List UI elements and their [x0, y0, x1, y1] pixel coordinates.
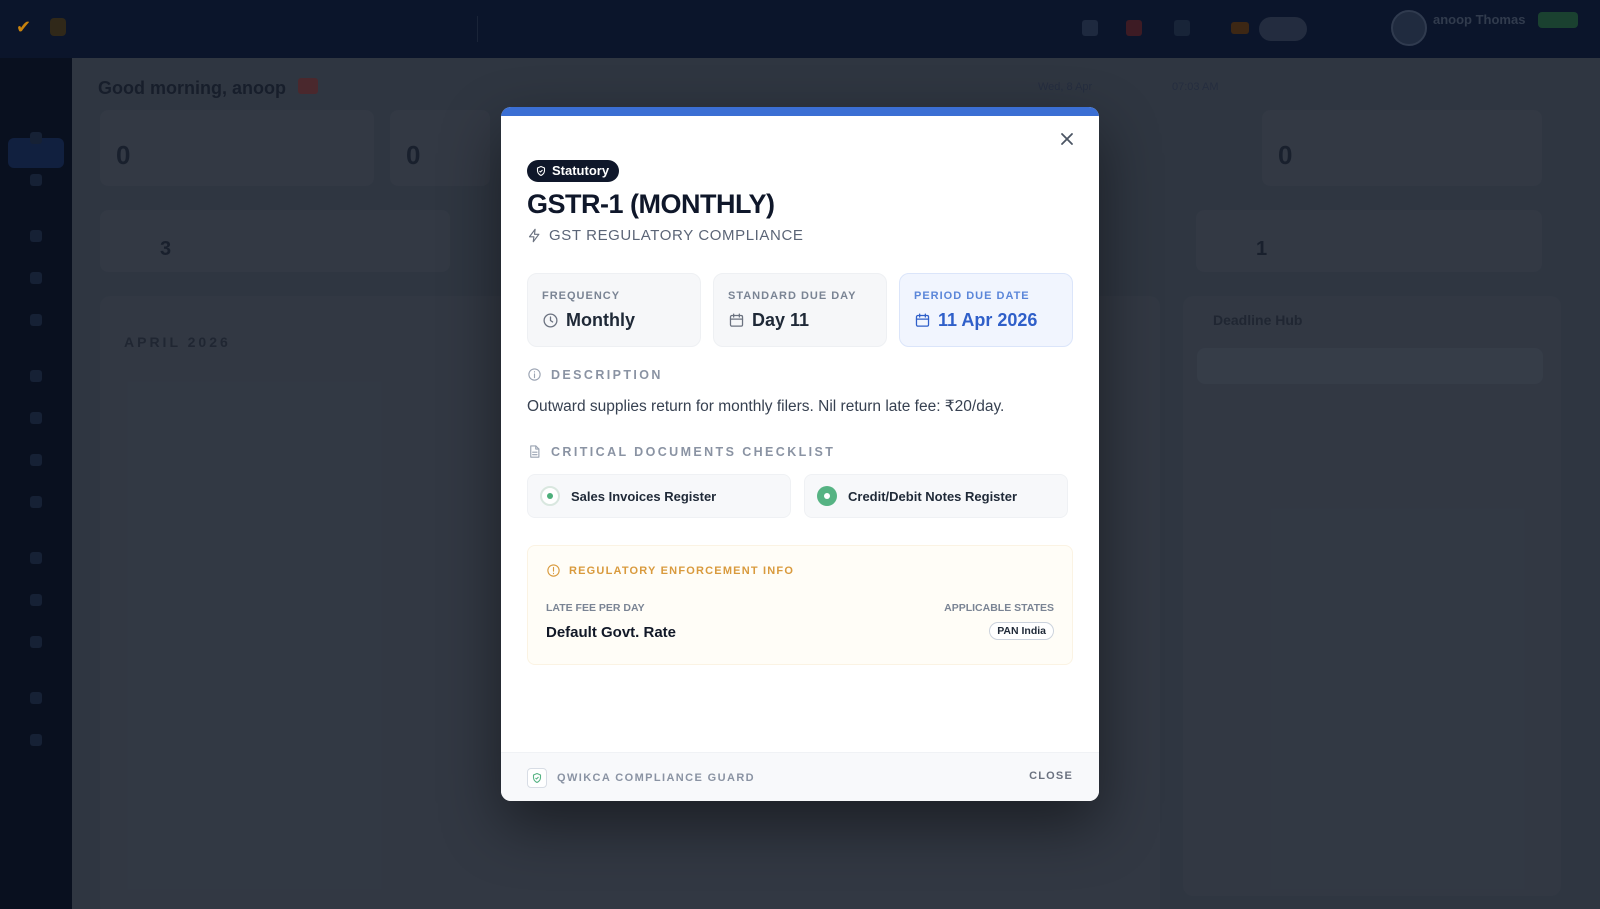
compliance-subtitle-text: GST REGULATORY COMPLIANCE [549, 227, 804, 244]
compliance-title: GSTR-1 (MONTHLY) [527, 189, 775, 219]
document-icon [530, 445, 540, 458]
period-due-date-card: PERIOD DUE DATE 11 Apr 2026 [899, 273, 1073, 347]
enforcement-panel: REGULATORY ENFORCEMENT INFO LATE FEE PER… [527, 545, 1073, 665]
clock-icon [543, 313, 558, 328]
period-due-date-value: 11 Apr 2026 [914, 310, 1037, 331]
frequency-value-text: Monthly [566, 310, 635, 330]
compliance-subtitle: GST REGULATORY COMPLIANCE [527, 227, 804, 244]
period-due-date-text: 11 Apr 2026 [938, 310, 1038, 330]
late-fee-label: LATE FEE PER DAY [546, 602, 645, 614]
frequency-card: FREQUENCY Monthly [527, 273, 701, 347]
applicable-states-badge: PAN India [989, 622, 1054, 640]
due-day-value-text: Day 11 [752, 310, 810, 330]
checklist-item-credit-debit-notes[interactable]: Credit/Debit Notes Register [804, 474, 1068, 518]
period-due-date-label: PERIOD DUE DATE [914, 290, 1030, 302]
checklist-heading-text: CRITICAL DOCUMENTS CHECKLIST [551, 444, 836, 459]
category-tag-label: Statutory [552, 163, 610, 178]
applicable-states-label: APPLICABLE STATES [944, 602, 1054, 614]
modal-accent-bar [501, 107, 1099, 116]
close-icon[interactable] [1055, 127, 1079, 151]
modal-footer: QWIKCA COMPLIANCE GUARD CLOSE [501, 752, 1099, 801]
info-icon [528, 368, 541, 381]
enforcement-heading-text: REGULATORY ENFORCEMENT INFO [569, 564, 795, 577]
calendar-icon [729, 313, 744, 327]
checklist-item-label: Credit/Debit Notes Register [848, 488, 1018, 504]
footer-brand-text: QWIKCA COMPLIANCE GUARD [557, 772, 756, 784]
frequency-value: Monthly [542, 310, 635, 331]
close-button[interactable]: CLOSE [1029, 770, 1073, 782]
description-heading-text: DESCRIPTION [551, 367, 663, 382]
calendar-icon [915, 313, 930, 327]
due-day-label: STANDARD DUE DAY [728, 290, 857, 302]
category-tag: Statutory [527, 160, 620, 182]
due-day-value: Day 11 [728, 310, 809, 331]
frequency-label: FREQUENCY [542, 290, 621, 302]
enforcement-heading: REGULATORY ENFORCEMENT INFO [546, 563, 794, 578]
due-day-card: STANDARD DUE DAY Day 11 [713, 273, 887, 347]
description-text: Outward supplies return for monthly file… [527, 398, 1005, 415]
checklist-radio[interactable] [540, 486, 560, 506]
footer-brand: QWIKCA COMPLIANCE GUARD [527, 768, 755, 788]
checklist-heading: CRITICAL DOCUMENTS CHECKLIST [527, 444, 835, 459]
checklist-item-label: Sales Invoices Register [571, 488, 717, 504]
checklist-radio[interactable] [817, 486, 837, 506]
alert-circle-icon [547, 564, 560, 577]
shield-icon [527, 768, 547, 788]
checklist-item-sales-invoices[interactable]: Sales Invoices Register [527, 474, 791, 518]
compliance-detail-modal: Statutory GSTR-1 (MONTHLY) GST REGULATOR… [501, 107, 1099, 801]
late-fee-value: Default Govt. Rate [546, 624, 677, 641]
lightning-icon [528, 228, 540, 243]
description-heading: DESCRIPTION [527, 367, 663, 382]
shield-icon [536, 165, 546, 177]
